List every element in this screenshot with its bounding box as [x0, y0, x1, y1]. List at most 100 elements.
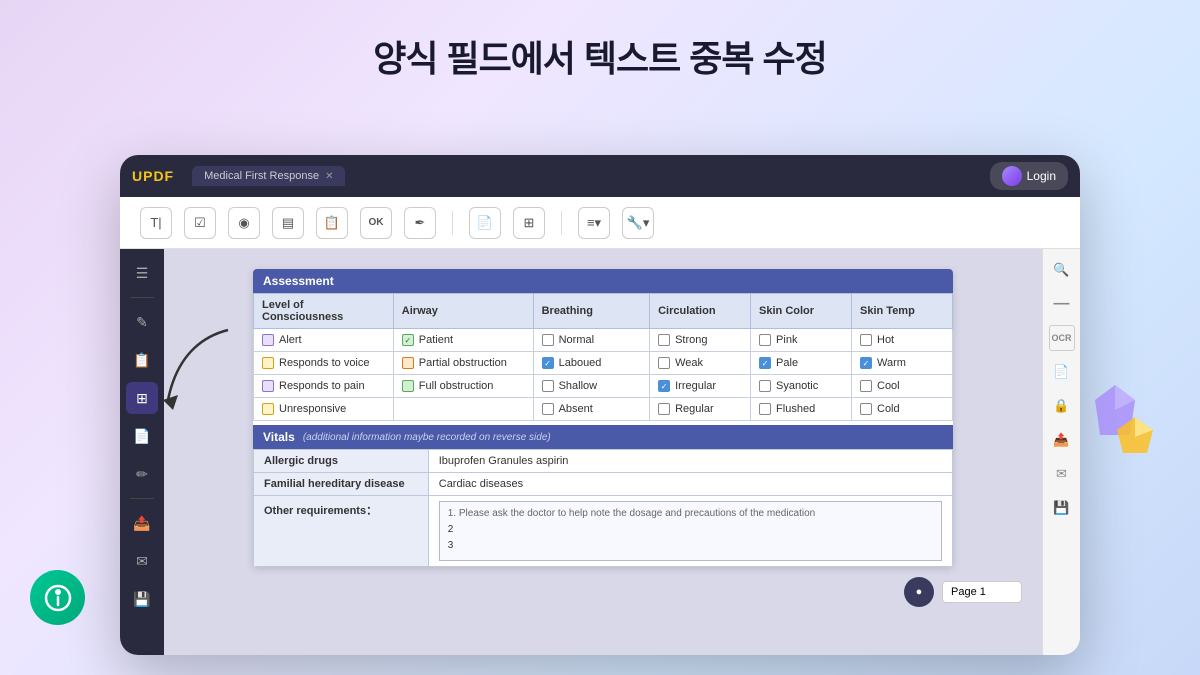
- right-sidebar: 🔍 — OCR 📄 🔒 📤 ✉ 💾: [1042, 249, 1080, 655]
- partial-obs-label: Partial obstruction: [419, 357, 507, 369]
- cold-row: Cold: [860, 401, 944, 417]
- pink-checkbox[interactable]: [759, 334, 771, 346]
- sidebar-divider2: [130, 498, 154, 499]
- page-select[interactable]: Page 1 Page 2: [942, 581, 1022, 603]
- document-tab[interactable]: Medical First Response ✕: [192, 166, 345, 186]
- sidebar-icon-edit[interactable]: ✎: [126, 306, 158, 338]
- avatar: [1002, 166, 1022, 186]
- right-minus-icon[interactable]: —: [1049, 291, 1075, 317]
- skin-color-cell-4: Flushed: [751, 398, 852, 421]
- wrench-button[interactable]: 🔧▾: [622, 207, 654, 239]
- top-bar: UPDF Medical First Response ✕ Login: [120, 155, 1080, 197]
- right-lock-icon[interactable]: 🔒: [1049, 393, 1075, 419]
- normal-label: Normal: [559, 334, 594, 346]
- alert-row: Alert: [262, 332, 385, 348]
- right-search-icon[interactable]: 🔍: [1049, 257, 1075, 283]
- skin-color-cell-3: Syanotic: [751, 375, 852, 398]
- syanotic-checkbox[interactable]: [759, 380, 771, 392]
- left-sidebar: ☰ ✎ 📋 ⊞ 📄 ✏ 📤 ✉ 💾: [120, 249, 164, 655]
- patient-checkbox[interactable]: ✓: [402, 334, 414, 346]
- partial-obs-row: Partial obstruction: [402, 355, 525, 371]
- cold-checkbox[interactable]: [860, 403, 872, 415]
- syanotic-row: Syanotic: [759, 378, 843, 394]
- list-field-button[interactable]: 📋: [316, 207, 348, 239]
- shallow-checkbox[interactable]: [542, 380, 554, 392]
- sidebar-icon-table[interactable]: ⊞: [126, 382, 158, 414]
- other-req-value: 1. Please ask the doctor to help note th…: [428, 496, 952, 567]
- flushed-checkbox[interactable]: [759, 403, 771, 415]
- pale-checkbox[interactable]: ✓: [759, 357, 771, 369]
- grid-button[interactable]: ⊞: [513, 207, 545, 239]
- deco-bottom-left: [30, 570, 85, 625]
- responds-voice-checkbox[interactable]: [262, 357, 274, 369]
- familial-value[interactable]: Cardiac diseases: [428, 473, 952, 496]
- sign-button[interactable]: ✒: [404, 207, 436, 239]
- sidebar-divider: [130, 297, 154, 298]
- right-doc-icon[interactable]: 📄: [1049, 359, 1075, 385]
- hot-row: Hot: [860, 332, 944, 348]
- other-line-3: 3: [448, 538, 933, 554]
- partial-obs-checkbox[interactable]: [402, 357, 414, 369]
- align-button[interactable]: ≡▾: [578, 207, 610, 239]
- strong-label: Strong: [675, 334, 707, 346]
- ok-button[interactable]: OK: [360, 207, 392, 239]
- right-ocr-icon[interactable]: OCR: [1049, 325, 1075, 351]
- responds-pain-checkbox[interactable]: [262, 380, 274, 392]
- close-tab-icon[interactable]: ✕: [325, 171, 333, 182]
- sidebar-icon-mail[interactable]: ✉: [126, 545, 158, 577]
- strong-checkbox[interactable]: [658, 334, 670, 346]
- login-button[interactable]: Login: [990, 162, 1068, 190]
- unresponsive-checkbox[interactable]: [262, 403, 274, 415]
- checkbox-tool-button[interactable]: ☑: [184, 207, 216, 239]
- patient-label: Patient: [419, 334, 453, 346]
- hot-checkbox[interactable]: [860, 334, 872, 346]
- col-header-airway: Airway: [393, 294, 533, 329]
- absent-checkbox[interactable]: [542, 403, 554, 415]
- alert-checkbox[interactable]: [262, 334, 274, 346]
- cool-checkbox[interactable]: [860, 380, 872, 392]
- vitals-header: Vitals (additional information maybe rec…: [253, 425, 953, 449]
- sidebar-icon-upload[interactable]: 📤: [126, 507, 158, 539]
- sidebar-icon-save[interactable]: 💾: [126, 583, 158, 615]
- other-req-box[interactable]: 1. Please ask the doctor to help note th…: [439, 501, 942, 561]
- vitals-note: (additional information maybe recorded o…: [303, 432, 551, 443]
- alert-label: Alert: [279, 334, 302, 346]
- weak-checkbox[interactable]: [658, 357, 670, 369]
- table-row-1: Alert ✓ Patient: [254, 329, 953, 352]
- sidebar-icon-doc[interactable]: 📄: [126, 420, 158, 452]
- sidebar-icon-clip[interactable]: 📋: [126, 344, 158, 376]
- document: Assessment Level of Consciousness Airway…: [253, 269, 953, 567]
- laboued-checkbox[interactable]: ✓: [542, 357, 554, 369]
- warm-checkbox[interactable]: ✓: [860, 357, 872, 369]
- text-tool-button[interactable]: T|: [140, 207, 172, 239]
- regular-row: Regular: [658, 401, 742, 417]
- normal-checkbox[interactable]: [542, 334, 554, 346]
- irregular-checkbox[interactable]: ✓: [658, 380, 670, 392]
- skin-color-cell-2: ✓ Pale: [751, 352, 852, 375]
- right-mail-icon[interactable]: ✉: [1049, 461, 1075, 487]
- cool-row: Cool: [860, 378, 944, 394]
- table-row-4: Unresponsive Absent: [254, 398, 953, 421]
- circulation-cell-1: Strong: [650, 329, 751, 352]
- responds-pain-row: Responds to pain: [262, 378, 385, 394]
- assessment-header: Assessment: [253, 269, 953, 293]
- doc-button[interactable]: 📄: [469, 207, 501, 239]
- radio-tool-button[interactable]: ◉: [228, 207, 260, 239]
- circulation-cell-4: Regular: [650, 398, 751, 421]
- page-indicator[interactable]: ●: [904, 577, 934, 607]
- sidebar-icon-menu[interactable]: ☰: [126, 257, 158, 289]
- other-line-2: 2: [448, 522, 933, 538]
- full-obs-checkbox[interactable]: [402, 380, 414, 392]
- right-save-icon[interactable]: 💾: [1049, 495, 1075, 521]
- responds-voice-label: Responds to voice: [279, 357, 370, 369]
- airway-cell-4: [393, 398, 533, 421]
- text-field-button[interactable]: ▤: [272, 207, 304, 239]
- consciousness-cell-1: Alert: [254, 329, 394, 352]
- consciousness-cell-2: Responds to voice: [254, 352, 394, 375]
- regular-checkbox[interactable]: [658, 403, 670, 415]
- irregular-row: ✓ Irregular: [658, 378, 742, 394]
- allergic-value[interactable]: Ibuprofen Granules aspirin: [428, 450, 952, 473]
- sidebar-icon-edit2[interactable]: ✏: [126, 458, 158, 490]
- right-upload-icon[interactable]: 📤: [1049, 427, 1075, 453]
- warm-row: ✓ Warm: [860, 355, 944, 371]
